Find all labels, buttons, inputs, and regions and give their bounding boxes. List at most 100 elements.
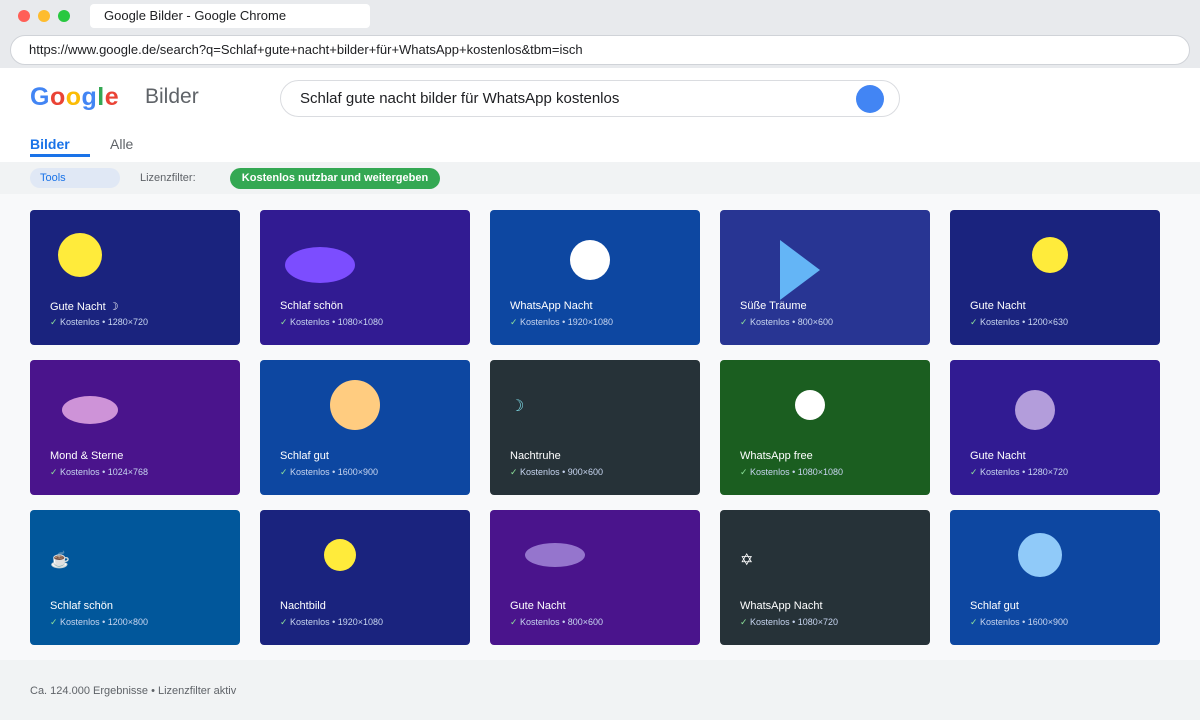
result-meta-text: Kostenlos • 1200×630 [980, 317, 1069, 327]
check-icon: ✓ [740, 317, 751, 327]
result-license-meta: ✓ Kostenlos • 1280×720 [50, 317, 148, 328]
tab-bilder[interactable]: Bilder [30, 136, 70, 152]
image-result-card[interactable]: Schlaf schön ✓ Kostenlos • 1080×1080 [260, 210, 470, 345]
result-title: Schlaf schön [280, 300, 343, 312]
address-bar[interactable]: https://www.google.de/search?q=Schlaf+gu… [10, 35, 1190, 65]
result-license-meta: ✓ Kostenlos • 1920×1080 [510, 317, 613, 328]
logo-letter: o [49, 83, 66, 111]
search-button[interactable] [856, 85, 884, 113]
result-title: WhatsApp free [740, 450, 813, 462]
check-icon: ✓ [280, 317, 291, 327]
image-result-card[interactable]: Schlaf gut ✓ Kostenlos • 1600×900 [950, 510, 1160, 645]
image-result-card[interactable]: Nachtbild ✓ Kostenlos • 1920×1080 [260, 510, 470, 645]
check-icon: ✓ [50, 467, 61, 477]
service-title: Bilder [145, 85, 199, 108]
result-title: Süße Träume [740, 300, 807, 312]
check-icon: ✓ [970, 617, 981, 627]
filter-toolbar: Tools Lizenzfilter: Kostenlos nutzbar un… [0, 162, 1200, 194]
result-title: WhatsApp Nacht [740, 600, 823, 612]
check-icon: ✓ [740, 617, 751, 627]
check-icon: ✓ [970, 467, 981, 477]
image-result-card[interactable]: Gute Nacht ☽ ✓ Kostenlos • 1280×720 [30, 210, 240, 345]
night-glyph-icon: ✡ [740, 552, 754, 569]
minimize-window-button[interactable] [38, 10, 50, 22]
result-meta-text: Kostenlos • 1080×1080 [750, 467, 844, 477]
result-title: Gute Nacht ☽ [50, 301, 119, 313]
result-title: Mond & Sterne [50, 450, 124, 462]
result-license-meta: ✓ Kostenlos • 800×600 [740, 317, 833, 328]
result-meta-text: Kostenlos • 1080×1080 [290, 317, 384, 327]
result-title: Schlaf schön [50, 600, 113, 612]
night-glyph-icon: ☽ [510, 398, 525, 415]
image-result-card[interactable]: WhatsApp Nacht ✓ Kostenlos • 1920×1080 [490, 210, 700, 345]
result-meta-text: Kostenlos • 1200×800 [60, 617, 149, 627]
result-title: Schlaf gut [280, 450, 329, 462]
image-results-grid: Gute Nacht ☽ ✓ Kostenlos • 1280×720 Schlaf… [0, 194, 1200, 660]
moon-shape [58, 233, 102, 277]
image-result-card[interactable]: Gute Nacht ✓ Kostenlos • 1200×630 [950, 210, 1160, 345]
search-input[interactable] [300, 81, 860, 116]
result-meta-text: Kostenlos • 1280×720 [60, 317, 149, 327]
result-meta-text: Kostenlos • 1920×1080 [520, 317, 614, 327]
logo-letter: G [30, 83, 50, 111]
image-result-card[interactable]: WhatsApp free ✓ Kostenlos • 1080×1080 [720, 360, 930, 495]
moon-shape [795, 390, 825, 420]
result-meta-text: Kostenlos • 1600×900 [290, 467, 379, 477]
moon-shape [1018, 533, 1062, 577]
search-box [280, 80, 900, 117]
close-window-button[interactable] [18, 10, 30, 22]
logo-letter: l [97, 83, 105, 111]
result-title: Gute Nacht [970, 450, 1026, 462]
result-title: Schlaf gut [970, 600, 1019, 612]
moon-shape [330, 380, 380, 430]
active-tab-indicator [30, 154, 90, 157]
logo-letter: g [81, 83, 98, 111]
image-result-card[interactable]: Gute Nacht ✓ Kostenlos • 800×600 [490, 510, 700, 645]
image-result-card[interactable]: Schlaf gut ✓ Kostenlos • 1600×900 [260, 360, 470, 495]
result-license-meta: ✓ Kostenlos • 1200×800 [50, 617, 148, 628]
license-filter-chip[interactable]: Kostenlos nutzbar und weitergeben [230, 168, 440, 189]
result-title: Nachtruhe [510, 450, 561, 462]
result-license-meta: ✓ Kostenlos • 1920×1080 [280, 617, 383, 628]
license-filter-label: Lizenzfilter: [140, 172, 196, 184]
moon-shape [1015, 390, 1055, 430]
image-result-card[interactable]: Mond & Sterne ✓ Kostenlos • 1024×768 [30, 360, 240, 495]
maximize-window-button[interactable] [58, 10, 70, 22]
result-meta-text: Kostenlos • 800×600 [520, 617, 604, 627]
check-icon: ✓ [280, 617, 291, 627]
result-license-meta: ✓ Kostenlos • 1280×720 [970, 467, 1068, 478]
check-icon: ✓ [50, 617, 61, 627]
result-license-meta: ✓ Kostenlos • 1024×768 [50, 467, 148, 478]
results-count: Ca. 124.000 Ergebnisse • Lizenzfilter ak… [30, 685, 237, 697]
check-icon: ✓ [740, 467, 751, 477]
check-icon: ✓ [50, 317, 61, 327]
results-footer: Ca. 124.000 Ergebnisse • Lizenzfilter ak… [0, 660, 1200, 720]
result-title: Nachtbild [280, 600, 326, 612]
result-license-meta: ✓ Kostenlos • 1080×1080 [740, 467, 843, 478]
image-result-card[interactable]: Süße Träume ✓ Kostenlos • 800×600 [720, 210, 930, 345]
check-icon: ✓ [510, 317, 521, 327]
result-license-meta: ✓ Kostenlos • 800×600 [510, 617, 603, 628]
image-result-card[interactable]: ✡ WhatsApp Nacht ✓ Kostenlos • 1080×720 [720, 510, 930, 645]
logo-letter: e [104, 83, 120, 111]
tab-alle[interactable]: Alle [110, 136, 133, 152]
image-result-card[interactable]: ☕ Schlaf schön ✓ Kostenlos • 1200×800 [30, 510, 240, 645]
result-license-meta: ✓ Kostenlos • 1200×630 [970, 317, 1068, 328]
result-title: WhatsApp Nacht [510, 300, 593, 312]
tools-button[interactable]: Tools [30, 168, 120, 188]
image-result-card[interactable]: ☽ Nachtruhe ✓ Kostenlos • 900×600 [490, 360, 700, 495]
result-title: Gute Nacht [970, 300, 1026, 312]
moon-shape [570, 240, 610, 280]
result-meta-text: Kostenlos • 1280×720 [980, 467, 1069, 477]
result-license-meta: ✓ Kostenlos • 1600×900 [280, 467, 378, 478]
result-meta-text: Kostenlos • 1920×1080 [290, 617, 384, 627]
browser-tab[interactable]: Google Bilder - Google Chrome [90, 4, 370, 28]
logo-letter: o [65, 83, 82, 111]
check-icon: ✓ [970, 317, 981, 327]
night-glyph-icon: ☕ [50, 552, 70, 569]
result-meta-text: Kostenlos • 800×600 [750, 317, 834, 327]
result-meta-text: Kostenlos • 900×600 [520, 467, 604, 477]
result-license-meta: ✓ Kostenlos • 900×600 [510, 467, 603, 478]
image-result-card[interactable]: Gute Nacht ✓ Kostenlos • 1280×720 [950, 360, 1160, 495]
google-logo[interactable]: Google [30, 83, 119, 112]
